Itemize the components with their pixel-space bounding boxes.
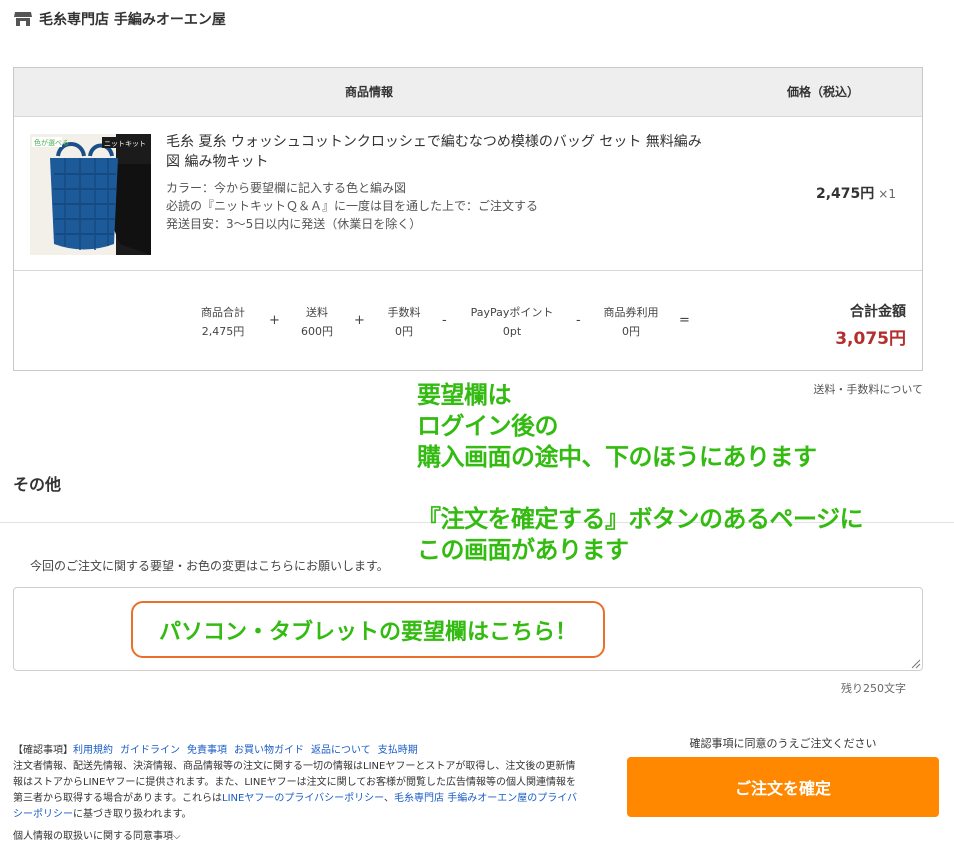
shop-icon [14, 12, 32, 26]
annotation-overlay: 要望欄は ログイン後の 購入画面の途中、下のほうにあります 『注文を確定する』ボ… [417, 380, 947, 566]
header-price: 価格（税込） [786, 85, 859, 99]
grand-total-value: 3,075円 [835, 329, 906, 349]
totals-row: 商品合計 2,475円 + 送料 600円 + 手数料 0円 - PayPayポ… [14, 271, 922, 370]
privacy-notice: 注文者情報、配送先情報、決済情報、商品情報等の注文に関する一切の情報はLINEヤ… [13, 761, 578, 820]
annotation-callout: パソコン・タブレットの要望欄はこちら！ [131, 601, 605, 658]
table-header: 商品情報 価格（税込） [14, 68, 922, 117]
link-lineyahoo-privacy[interactable]: LINEヤフーのプライバシーポリシー [222, 793, 384, 804]
annotation-line: ログイン後の [417, 412, 559, 440]
link-guidelines[interactable]: ガイドライン [120, 745, 180, 756]
bag-image-icon: 色が選べる ニットキット [30, 134, 151, 255]
policy-links: 【確認事項】利用規約 ガイドライン 免責事項 お買い物ガイド 返品について 支払時期 [13, 743, 585, 759]
product-thumbnail[interactable]: 色が選べる ニットキット [30, 134, 151, 255]
request-label: 今回のご注文に関する要望・お色の変更はこちらにお願いします。 [30, 559, 389, 573]
price-value: 2,475円 [816, 186, 875, 202]
operator-minus: - [442, 313, 447, 328]
product-attribute: 発送目安：3〜5日以内に発送（休業日を除く） [166, 217, 422, 231]
annotation-line: この画面があります [417, 536, 629, 564]
order-summary-table: 商品情報 価格（税込） 色が選べる ニットキット 毛糸 夏糸 ウォッシュコットン… [13, 67, 923, 371]
store-header: 毛糸専門店 手編みオーエン屋 [14, 9, 226, 29]
link-terms[interactable]: 利用規約 [73, 745, 113, 756]
product-price: 2,475円 ×1 [816, 183, 896, 203]
product-attributes: カラー：今から要望欄に記入する色と編み図 必読の『ニットキットＱ＆Ａ』に一度は目… [166, 179, 706, 233]
chevron-down-icon: ⌵ [173, 831, 181, 842]
operator-plus: + [269, 313, 280, 328]
annotation-line: 『注文を確定する』ボタンのあるページに [417, 505, 864, 533]
operator-plus: + [354, 313, 365, 328]
section-title-other: その他 [13, 475, 62, 494]
product-title[interactable]: 毛糸 夏糸 ウォッシュコットンクロッシェで編むなつめ模様のバッグ セット 無料編… [166, 132, 706, 172]
remaining-char-count: 残り250文字 [841, 682, 906, 695]
confirmation-notes: 【確認事項】利用規約 ガイドライン 免責事項 お買い物ガイド 返品について 支払時期 注文… [13, 743, 585, 823]
store-name[interactable]: 毛糸専門店 手編みオーエン屋 [39, 9, 226, 29]
annotation-line: 購入画面の途中、下のほうにあります [417, 443, 817, 471]
svg-text:ニットキット: ニットキット [104, 140, 146, 148]
svg-text:色が選べる: 色が選べる [34, 138, 69, 147]
link-disclaimer[interactable]: 免責事項 [187, 745, 227, 756]
link-payment-timing[interactable]: 支払時期 [378, 745, 418, 756]
link-shopping-guide[interactable]: お買い物ガイド [234, 745, 304, 756]
gift-voucher: 商品券利用 0円 [603, 306, 659, 338]
consent-toggle[interactable]: 個人情報の取扱いに関する同意事項⌵ [13, 827, 181, 842]
annotation-line: 要望欄は [417, 381, 512, 409]
table-row: 色が選べる ニットキット 毛糸 夏糸 ウォッシュコットンクロッシェで編むなつめ模… [14, 117, 922, 271]
product-attribute: 必読の『ニットキットＱ＆Ａ』に一度は目を通した上で：ご注文する [166, 199, 539, 213]
links-prefix: 【確認事項】 [13, 745, 73, 756]
paypay-points: PayPayポイント 0pt [470, 306, 554, 338]
grand-total-label: 合計金額 [850, 304, 906, 320]
product-attribute: カラー：今から要望欄に記入する色と編み図 [166, 181, 407, 195]
shipping-fee: 送料 600円 [301, 306, 333, 338]
operator-equals: = [679, 313, 690, 328]
annotation-line [417, 473, 947, 504]
confirm-order-button[interactable]: ご注文を確定 [627, 757, 939, 817]
handling-fee: 手数料 0円 [387, 306, 421, 338]
operator-minus: - [576, 313, 581, 328]
resize-handle-icon[interactable] [910, 658, 921, 669]
link-returns[interactable]: 返品について [311, 745, 371, 756]
subtotal: 商品合計 2,475円 [201, 306, 245, 338]
header-product-info: 商品情報 [344, 85, 393, 99]
quantity: ×1 [878, 187, 896, 201]
confirm-note: 確認事項に同意のうえご注文ください [689, 737, 877, 750]
